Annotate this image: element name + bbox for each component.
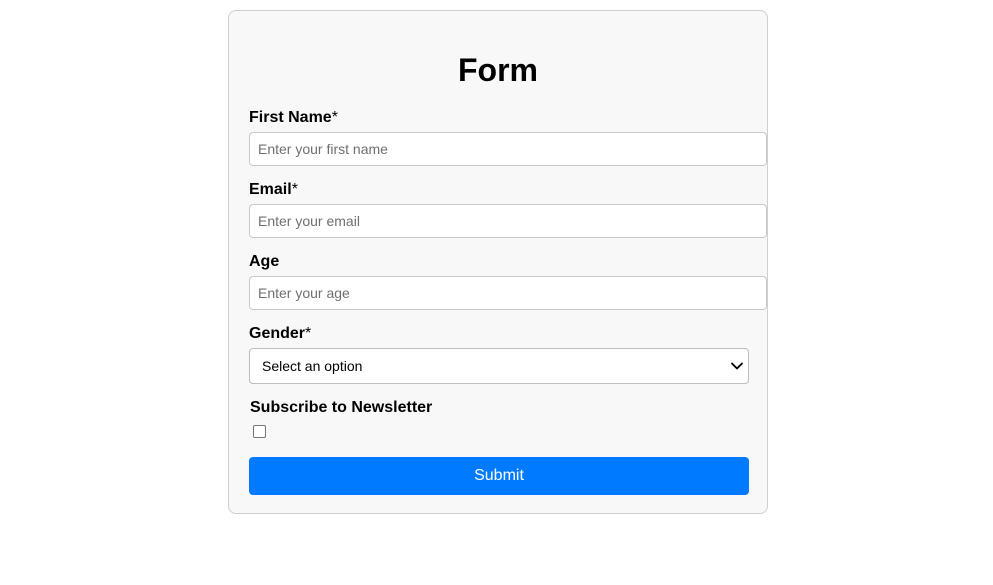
email-label-text: Email [249, 181, 292, 198]
age-label: Age [249, 252, 279, 272]
required-mark: * [305, 325, 312, 342]
gender-select[interactable]: Select an option [249, 348, 749, 384]
form-card: Form First Name* Email* Age Gender* Sele… [228, 10, 768, 514]
required-mark: * [291, 181, 298, 198]
first-name-input[interactable] [249, 132, 767, 166]
newsletter-checkbox[interactable] [253, 425, 266, 438]
form-title: Form [458, 52, 538, 88]
newsletter-label: Subscribe to Newsletter [250, 399, 433, 416]
gender-select-value: Select an option [262, 358, 363, 374]
email-label: Email* [249, 180, 298, 200]
submit-button[interactable]: Submit [249, 457, 749, 495]
gender-label-text: Gender [249, 325, 306, 342]
required-mark: * [331, 109, 338, 126]
first-name-label: First Name* [249, 108, 338, 128]
gender-label: Gender* [249, 324, 311, 344]
first-name-label-text: First Name [249, 109, 332, 126]
age-label-text: Age [249, 253, 280, 270]
email-input[interactable] [249, 204, 767, 238]
age-input[interactable] [249, 276, 767, 310]
chevron-down-icon [731, 362, 743, 370]
